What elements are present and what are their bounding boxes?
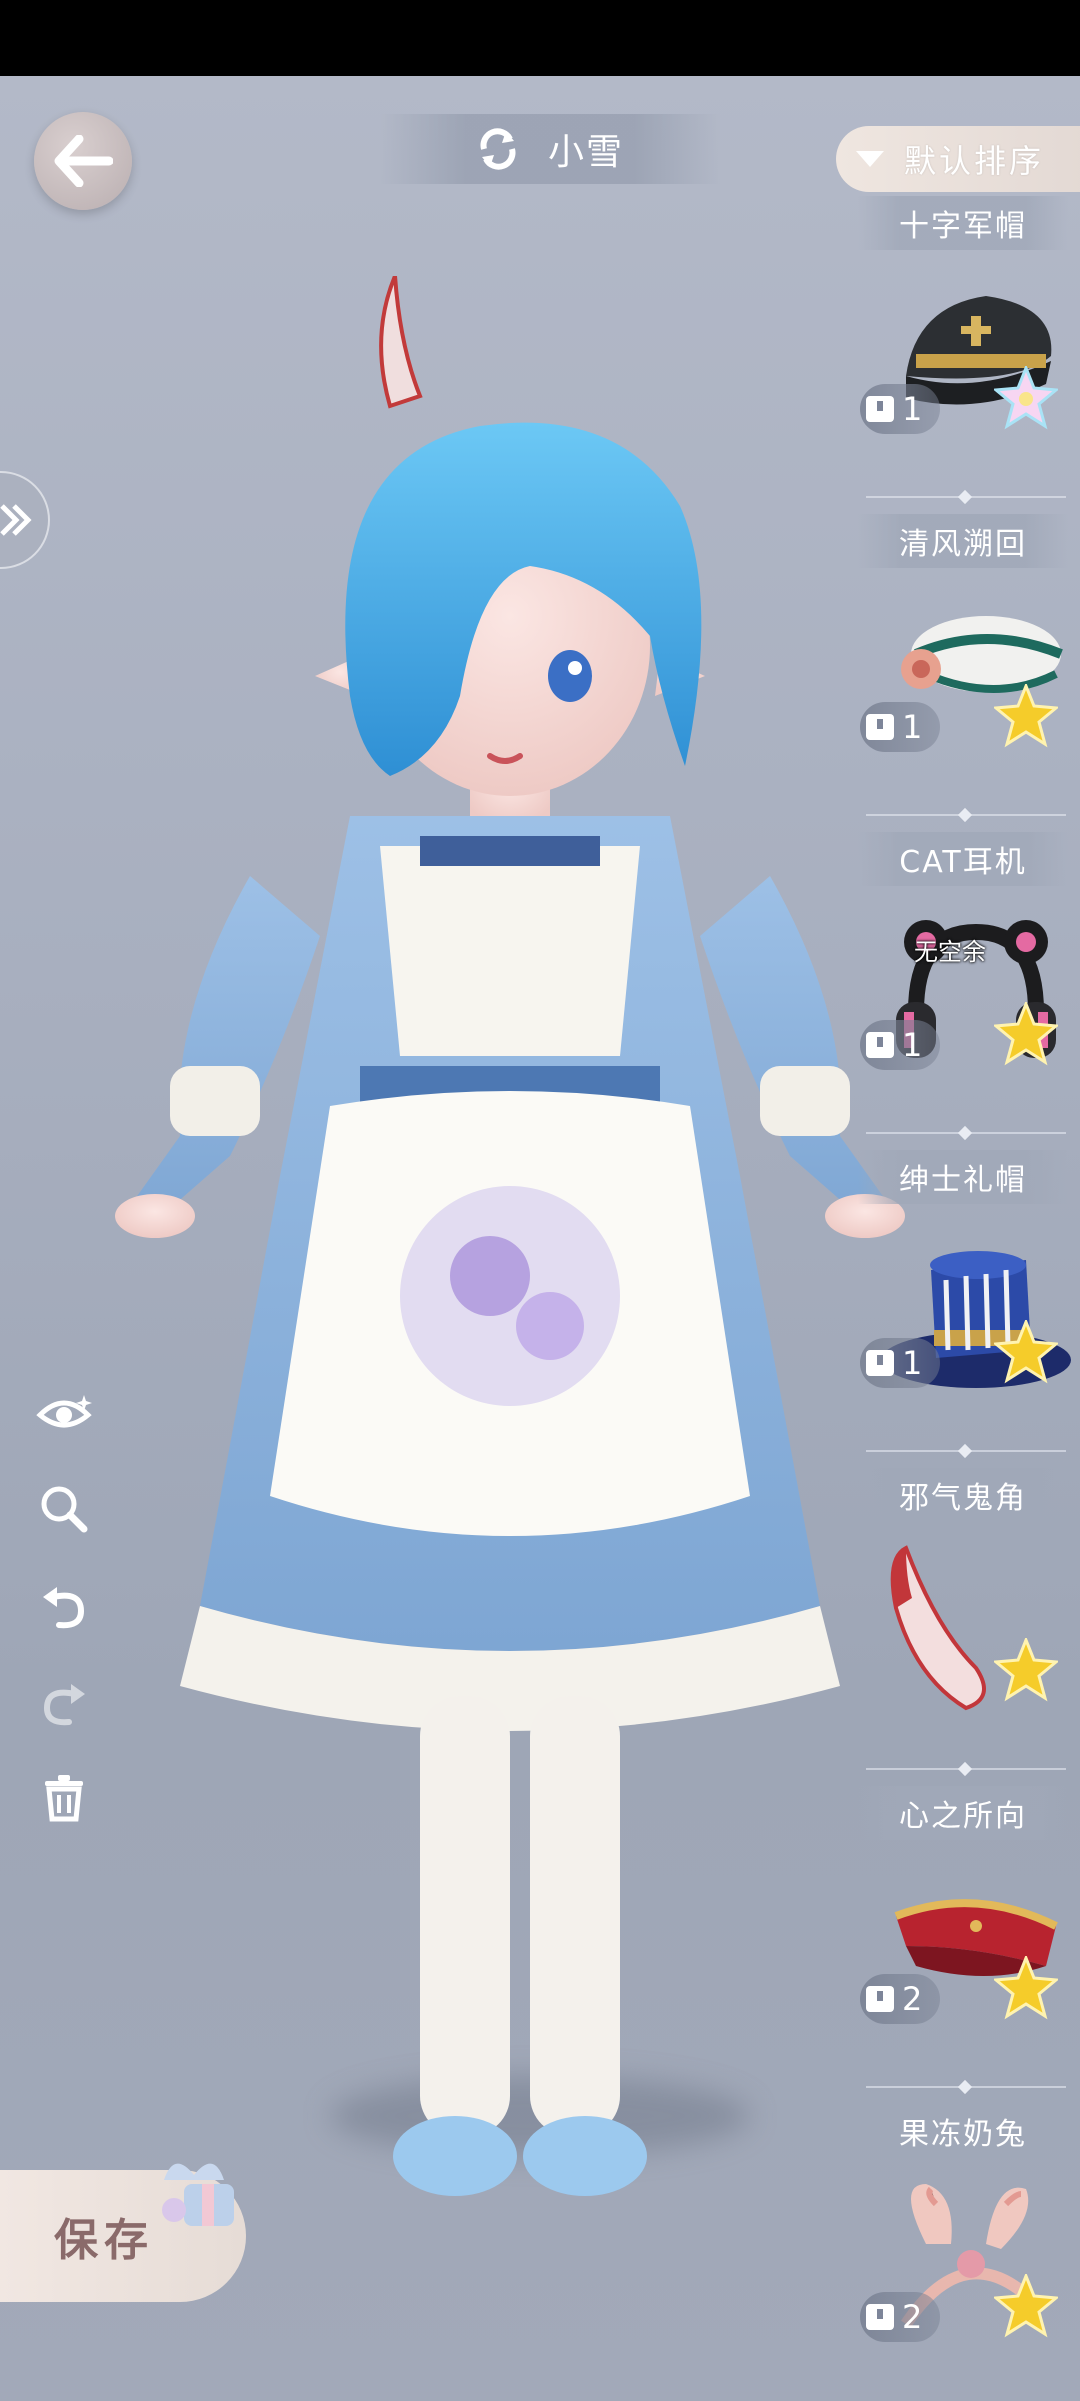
swap-icon[interactable] [476, 127, 520, 171]
item-divider [866, 814, 1066, 816]
character-model[interactable] [60, 276, 960, 2236]
gold-star-icon [994, 1002, 1058, 1066]
list-item[interactable]: 果冻奶兔 2 [846, 2104, 1080, 2401]
gold-star-icon [994, 1956, 1058, 2020]
zoom-icon [41, 1486, 88, 1533]
item-name: CAT耳机 [899, 845, 1027, 880]
gold-star-icon [994, 2274, 1058, 2338]
item-count: 1 [860, 1338, 940, 1388]
sort-dropdown[interactable]: 默认排序 [836, 126, 1080, 192]
item-name-bar: CAT耳机 [858, 832, 1068, 886]
item-name-bar: 绅士礼帽 [858, 1150, 1068, 1204]
item-count: 2 [860, 1974, 940, 2024]
game-scene: 小雪 默认排序 保存 十字军帽 1 清风溯回 1 CAT耳机 无空余 1 绅士礼… [0, 76, 1080, 2401]
save-label: 保存 [54, 2215, 154, 2266]
item-divider [866, 1768, 1066, 1770]
double-chevron-right-icon [0, 504, 32, 536]
item-name: 清风溯回 [899, 527, 1027, 562]
item-name: 邪气鬼角 [899, 1481, 1027, 1516]
item-count-value: 1 [902, 1344, 923, 1382]
item-count-value: 2 [902, 2298, 923, 2336]
triangle-down-icon [856, 151, 884, 167]
status-bar [0, 0, 1080, 76]
list-item[interactable]: CAT耳机 无空余 1 [846, 832, 1080, 1152]
undo-icon [43, 1587, 85, 1629]
trash-icon [45, 1775, 83, 1822]
eye-icon [36, 1395, 92, 1428]
rainbow-star-icon [994, 366, 1058, 430]
redo-button[interactable] [34, 1673, 94, 1733]
list-item[interactable]: 清风溯回 1 [846, 514, 1080, 834]
item-name: 绅士礼帽 [899, 1163, 1027, 1198]
item-divider [866, 1132, 1066, 1134]
delete-button[interactable] [34, 1768, 94, 1828]
character-name: 小雪 [547, 132, 624, 173]
item-name-bar: 邪气鬼角 [858, 1468, 1068, 1522]
gold-star-icon [994, 1320, 1058, 1384]
item-count: 1 [860, 702, 940, 752]
item-overlay-label: 无空余 [914, 938, 986, 966]
gold-star-icon [994, 684, 1058, 748]
list-item[interactable]: 十字军帽 1 [846, 196, 1080, 516]
item-divider [866, 1450, 1066, 1452]
expand-panel-button[interactable] [0, 471, 50, 569]
item-name: 十字军帽 [899, 209, 1027, 244]
sort-label: 默认排序 [904, 142, 1045, 180]
item-name: 心之所向 [899, 1799, 1027, 1834]
item-name-bar: 果冻奶兔 [858, 2104, 1068, 2158]
item-name-bar: 清风溯回 [858, 514, 1068, 568]
gift-decoration-icon [162, 2163, 234, 2226]
bag-icon [866, 1350, 894, 1376]
list-item[interactable]: 邪气鬼角 [846, 1468, 1080, 1788]
item-count: 2 [860, 2292, 940, 2342]
bag-icon [866, 2304, 894, 2330]
item-count: 1 [860, 1020, 940, 1070]
item-count-value: 1 [902, 708, 923, 746]
back-button[interactable] [34, 112, 132, 210]
item-name-bar: 十字军帽 [858, 196, 1068, 250]
toggle-visibility-button[interactable] [34, 1383, 94, 1443]
item-divider [866, 496, 1066, 498]
redo-icon [43, 1684, 85, 1726]
list-item[interactable]: 绅士礼帽 1 [846, 1150, 1080, 1470]
undo-button[interactable] [34, 1576, 94, 1636]
item-count: 1 [860, 384, 940, 434]
item-name: 果冻奶兔 [899, 2117, 1027, 2152]
item-name-bar: 心之所向 [858, 1786, 1068, 1840]
gold-star-icon [994, 1638, 1058, 1702]
bag-icon [866, 396, 894, 422]
bag-icon [866, 1032, 894, 1058]
bag-icon [866, 714, 894, 740]
save-button[interactable]: 保存 [0, 2163, 246, 2302]
zoom-button[interactable] [34, 1479, 94, 1539]
arrow-left-icon [54, 135, 113, 187]
list-item[interactable]: 心之所向 2 [846, 1786, 1080, 2106]
item-count-value: 1 [902, 1026, 923, 1064]
item-count-value: 1 [902, 390, 923, 428]
character-name-bar[interactable]: 小雪 [380, 114, 720, 184]
item-count-value: 2 [902, 1980, 923, 2018]
item-divider [866, 2086, 1066, 2088]
bag-icon [866, 1986, 894, 2012]
